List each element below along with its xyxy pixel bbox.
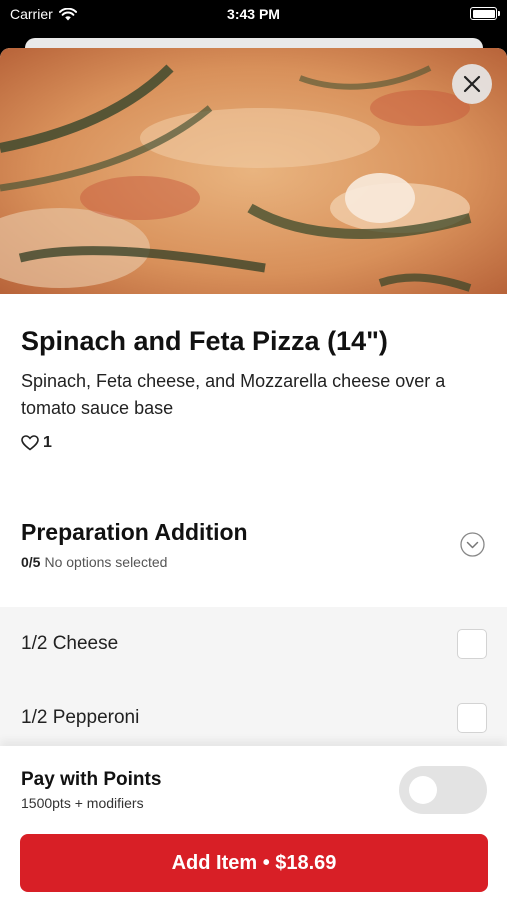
option-row-half-pepperoni[interactable]: 1/2 Pepperoni	[0, 681, 507, 755]
option-checkbox[interactable]	[457, 703, 487, 733]
option-row-half-cheese[interactable]: 1/2 Cheese	[0, 607, 507, 681]
preparation-collapse-toggle[interactable]	[460, 532, 485, 557]
pay-with-points-title: Pay with Points	[21, 769, 162, 790]
status-time: 3:43 PM	[227, 6, 280, 22]
like-control[interactable]: 1	[21, 434, 52, 452]
option-label: 1/2 Cheese	[21, 633, 119, 654]
pay-with-points-subtitle: 1500pts + modifiers	[21, 795, 144, 811]
item-photo	[0, 48, 507, 294]
heart-icon[interactable]	[21, 435, 39, 451]
preparation-options-list: 1/2 Cheese 1/2 Pepperoni	[0, 607, 507, 767]
close-button[interactable]	[452, 64, 492, 104]
status-bar: Carrier 3:43 PM	[0, 0, 507, 32]
battery-icon	[470, 7, 500, 20]
item-description: Spinach, Feta cheese, and Mozzarella che…	[21, 371, 446, 418]
item-title: Spinach and Feta Pizza (14")	[21, 326, 388, 356]
option-label: 1/2 Pepperoni	[21, 707, 140, 728]
selection-count: 0/5	[21, 554, 41, 570]
preparation-selection-status: 0/5 No options selected	[21, 554, 167, 570]
chevron-down-icon	[460, 532, 485, 557]
option-checkbox[interactable]	[457, 629, 487, 659]
close-icon	[463, 75, 481, 93]
toggle-knob	[409, 776, 437, 804]
selection-status-text: No options selected	[44, 554, 168, 570]
pay-with-points-toggle[interactable]	[399, 766, 487, 814]
like-count: 1	[43, 434, 52, 451]
checkout-footer: Pay with Points 1500pts + modifiers Add …	[0, 746, 507, 900]
item-detail-sheet: Spinach and Feta Pizza (14") Spinach, Fe…	[0, 48, 507, 900]
add-item-button[interactable]: Add Item • $18.69	[20, 834, 488, 892]
preparation-section-title: Preparation Addition	[21, 519, 248, 545]
